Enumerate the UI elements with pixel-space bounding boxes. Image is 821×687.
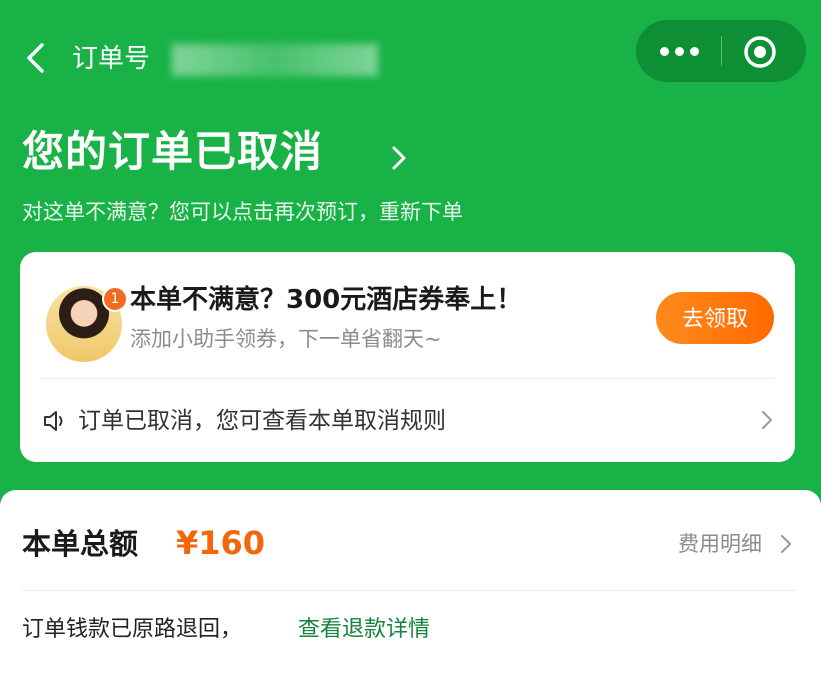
fee-detail-link[interactable]: 费用明细 (678, 528, 762, 560)
mini-program-capsule (636, 20, 806, 82)
target-icon[interactable] (740, 32, 780, 72)
nav-bar: 订单号 (0, 18, 821, 98)
order-status-title[interactable]: 您的订单已取消 (22, 122, 323, 182)
order-number-value (172, 44, 378, 76)
refund-details-link[interactable]: 查看退款详情 (298, 614, 430, 646)
coupon-promo-card: 1 本单不满意？300元酒店券奉上！ 添加小助手领券，下一单省翻天~ 去领取 订… (20, 252, 795, 462)
status-header: 订单号 您的订单已取消 对这单不满意？您可以点击再次预订，重新下单 1 本单不满… (0, 0, 821, 520)
claim-coupon-button[interactable]: 去领取 (656, 292, 774, 344)
chevron-right-icon (762, 411, 772, 429)
refund-status-text: 订单钱款已原路退回， (22, 617, 243, 642)
more-icon[interactable] (654, 30, 706, 72)
total-amount-label: 本单总额 (22, 527, 139, 561)
order-number-label: 订单号 (72, 44, 151, 74)
chevron-right-icon[interactable] (388, 144, 410, 172)
capsule-divider (721, 36, 722, 66)
speaker-icon (44, 411, 63, 431)
promo-title: 本单不满意？300元酒店券奉上！ (130, 285, 523, 315)
divider (22, 590, 796, 591)
order-page: 订单号 您的订单已取消 对这单不满意？您可以点击再次预订，重新下单 1 本单不满… (0, 0, 821, 687)
cancel-rules-row[interactable]: 订单已取消，您可查看本单取消规则 (20, 379, 795, 462)
total-amount-value: ¥160 (176, 524, 266, 562)
fee-summary-card: 本单总额 ¥160 费用明细 订单钱款已原路退回， 查看退款详情 (0, 490, 821, 687)
assistant-avatar[interactable]: 1 (46, 286, 128, 362)
promo-subtitle: 添加小助手领券，下一单省翻天~ (130, 327, 442, 351)
order-status-subtitle: 对这单不满意？您可以点击再次预订，重新下单 (22, 200, 463, 224)
chevron-right-icon[interactable] (780, 534, 792, 554)
cancel-rules-text: 订单已取消，您可查看本单取消规则 (78, 408, 446, 434)
notification-badge: 1 (102, 286, 128, 312)
back-icon[interactable] (22, 40, 52, 76)
